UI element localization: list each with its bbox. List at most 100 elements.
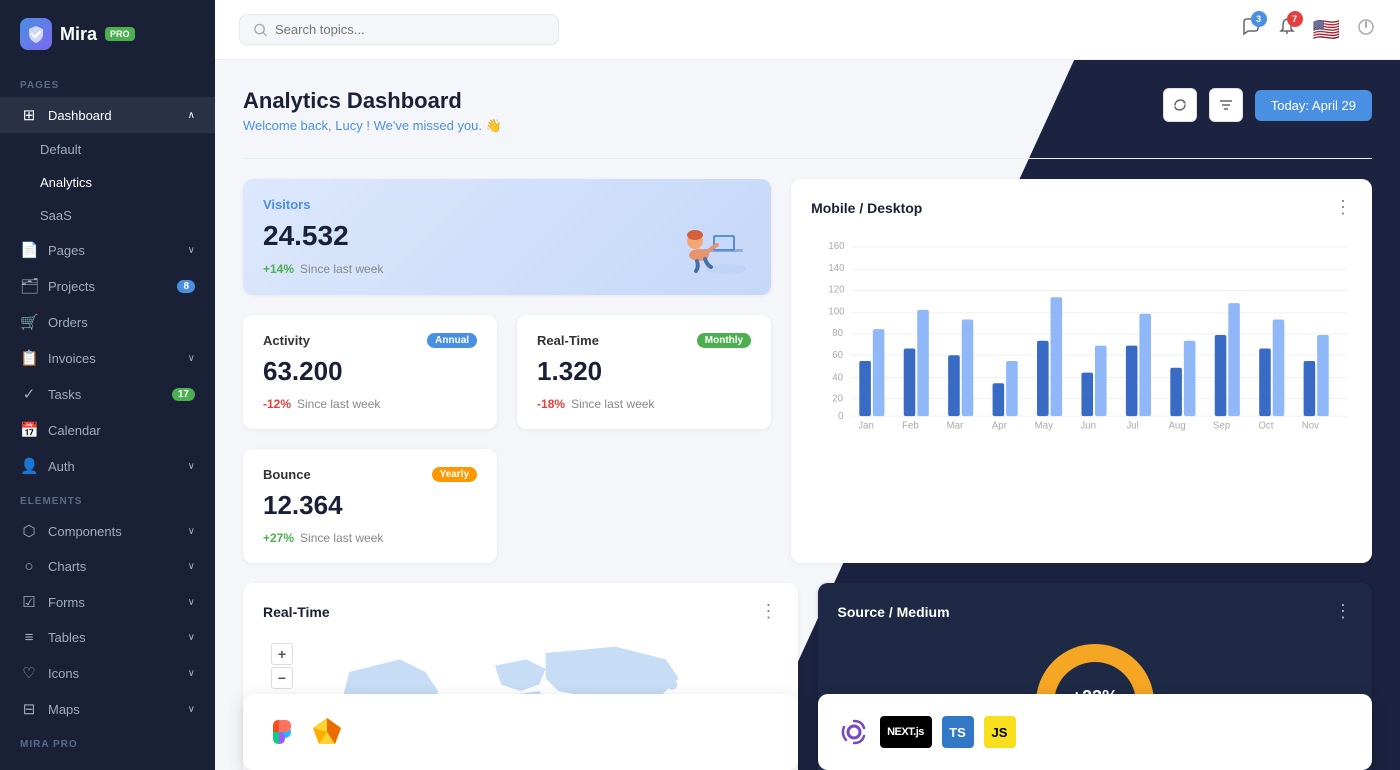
realtime-card: Real-Time Monthly 1.320 -18% Since last …	[517, 315, 771, 429]
svg-text:60: 60	[832, 350, 843, 361]
chevron-icons-icon: ∨	[188, 668, 195, 679]
activity-badge: Annual	[427, 333, 477, 348]
svg-text:Mar: Mar	[947, 421, 964, 432]
date-button[interactable]: Today: April 29	[1255, 90, 1372, 121]
chevron-charts-icon: ∨	[188, 561, 195, 572]
svg-text:140: 140	[828, 263, 844, 274]
icons-label: Icons	[48, 666, 79, 681]
auth-label: Auth	[48, 459, 75, 474]
dashboard-label: Dashboard	[48, 108, 112, 123]
chevron-icon: ∧	[188, 110, 195, 121]
sidebar-item-default[interactable]: Default	[0, 133, 215, 166]
auth-icon: 👤	[20, 457, 38, 475]
sidebar-item-dashboard[interactable]: ⊞ Dashboard ∧	[0, 97, 215, 133]
components-label: Components	[48, 524, 122, 539]
tasks-label: Tasks	[48, 387, 81, 402]
bounce-since: Since last week	[300, 531, 383, 545]
bounce-badge: Yearly	[432, 467, 477, 482]
sidebar-item-saas[interactable]: SaaS	[0, 199, 215, 232]
notifications-badge: 3	[1251, 11, 1267, 27]
activity-label: Activity	[263, 333, 310, 348]
visitors-label: Visitors	[263, 197, 383, 212]
language-button[interactable]: 🇺🇸	[1313, 17, 1340, 43]
invoices-label: Invoices	[48, 351, 96, 366]
svg-text:100: 100	[828, 307, 844, 318]
search-box[interactable]	[239, 14, 559, 45]
maps-label: Maps	[48, 702, 80, 717]
forms-label: Forms	[48, 595, 85, 610]
tech-logos-section: NEXT.js TS JS	[243, 694, 1372, 770]
sidebar-item-components[interactable]: ⬡ Components ∨	[0, 513, 215, 549]
svg-text:May: May	[1035, 421, 1053, 432]
sidebar: Mira PRO PAGES ⊞ Dashboard ∧ Default Ana…	[0, 0, 215, 770]
typescript-logo: TS	[942, 716, 974, 748]
stats-grid: Visitors 24.532 +14% Since last week	[243, 179, 771, 563]
sidebar-item-tasks[interactable]: ✓ Tasks 17	[0, 376, 215, 412]
power-button[interactable]	[1356, 17, 1376, 42]
sidebar-item-auth[interactable]: 👤 Auth ∨	[0, 448, 215, 484]
filter-button[interactable]	[1209, 88, 1243, 122]
refresh-button[interactable]	[1163, 88, 1197, 122]
logo-area: Mira PRO	[0, 0, 215, 68]
realtime-badge: Monthly	[697, 333, 751, 348]
calendar-label: Calendar	[48, 423, 101, 438]
realtime-since: Since last week	[571, 397, 654, 411]
sidebar-item-projects[interactable]: 🗂 Projects 8	[0, 268, 215, 304]
logo-text: Mira	[60, 24, 97, 45]
visitors-card: Visitors 24.532 +14% Since last week	[243, 179, 771, 295]
chart-more-button[interactable]: ⋮	[1334, 197, 1352, 218]
alerts-badge: 7	[1287, 11, 1303, 27]
tables-icon: ≡	[20, 629, 38, 646]
svg-text:160: 160	[828, 241, 844, 252]
sidebar-item-pages[interactable]: 📄 Pages ∨	[0, 232, 215, 268]
mobile-desktop-chart-card: Mobile / Desktop ⋮ 160 140 120 100 80 60…	[791, 179, 1372, 563]
header-actions: Today: April 29	[1163, 88, 1372, 122]
svg-text:0: 0	[838, 411, 843, 422]
nextjs-logo: NEXT.js	[880, 716, 932, 748]
figma-logo	[263, 714, 299, 750]
chevron-pages-icon: ∨	[188, 245, 195, 256]
chevron-invoices-icon: ∨	[188, 353, 195, 364]
design-logos	[263, 714, 345, 750]
tech-card-dev: NEXT.js TS JS	[818, 694, 1373, 770]
realtime-header: Real-Time Monthly	[537, 333, 751, 348]
sidebar-item-orders[interactable]: 🛒 Orders	[0, 304, 215, 340]
topbar: 3 7 🇺🇸	[215, 0, 1400, 60]
visitors-since: Since last week	[300, 262, 383, 276]
main-area: 3 7 🇺🇸 Analytics D	[215, 0, 1400, 770]
source-more-button[interactable]: ⋮	[1334, 601, 1352, 622]
projects-badge: 8	[177, 280, 195, 293]
svg-text:Feb: Feb	[902, 421, 919, 432]
bounce-change: +27%	[263, 531, 294, 545]
svg-text:Oct: Oct	[1259, 421, 1274, 432]
sidebar-item-tables[interactable]: ≡ Tables ∨	[0, 620, 215, 655]
search-input[interactable]	[275, 22, 544, 37]
search-icon	[254, 23, 267, 37]
sidebar-item-analytics[interactable]: Analytics	[0, 166, 215, 199]
icons-icon: ♡	[20, 664, 38, 682]
sidebar-item-icons[interactable]: ♡ Icons ∨	[0, 655, 215, 691]
activity-since: Since last week	[297, 397, 380, 411]
map-title: Real-Time	[263, 604, 330, 620]
saas-label: SaaS	[40, 208, 72, 223]
visitors-value: 24.532	[263, 220, 383, 252]
sidebar-item-forms[interactable]: ☑ Forms ∨	[0, 584, 215, 620]
sketch-logo	[309, 714, 345, 750]
projects-label: Projects	[48, 279, 95, 294]
notifications-button[interactable]: 3	[1241, 17, 1261, 42]
alerts-button[interactable]: 7	[1277, 17, 1297, 42]
projects-icon: 🗂	[20, 277, 38, 295]
bounce-label: Bounce	[263, 467, 311, 482]
dashboard-icon: ⊞	[20, 106, 38, 124]
charts-label: Charts	[48, 559, 86, 574]
source-header: Source / Medium ⋮	[838, 601, 1353, 622]
sidebar-item-invoices[interactable]: 📋 Invoices ∨	[0, 340, 215, 376]
svg-text:Jan: Jan	[858, 421, 874, 432]
sidebar-item-maps[interactable]: ⊟ Maps ∨	[0, 691, 215, 727]
components-icon: ⬡	[20, 522, 38, 540]
sidebar-item-calendar[interactable]: 📅 Calendar	[0, 412, 215, 448]
visitors-header: Visitors 24.532 +14% Since last week	[263, 197, 751, 277]
sidebar-item-charts[interactable]: ○ Charts ∨	[0, 549, 215, 584]
map-more-button[interactable]: ⋮	[760, 601, 778, 622]
filter-icon	[1219, 98, 1233, 112]
